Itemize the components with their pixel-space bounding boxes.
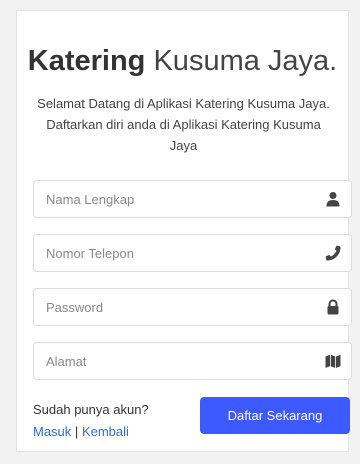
map-icon [325, 354, 341, 368]
full-name-field[interactable] [33, 180, 352, 218]
lock-icon [327, 299, 339, 315]
footer-links: Masuk | Kembali [33, 423, 129, 441]
user-icon [326, 192, 340, 207]
have-account-text: Sudah punya akun? [33, 402, 149, 417]
link-separator: | [74, 424, 79, 439]
back-link[interactable]: Kembali [82, 424, 129, 439]
login-link[interactable]: Masuk [33, 424, 71, 439]
title-bold: Katering [27, 45, 146, 77]
phone-input[interactable] [34, 235, 304, 271]
address-input[interactable] [34, 343, 304, 379]
register-card: Katering Kusuma Jaya. Selamat Datang di … [16, 10, 352, 452]
password-field[interactable] [33, 288, 352, 326]
title-light: Kusuma Jaya. [153, 45, 338, 77]
phone-field[interactable] [33, 234, 352, 272]
welcome-text: Selamat Datang di Aplikasi Katering Kusu… [37, 96, 330, 153]
password-input[interactable] [34, 289, 304, 325]
full-name-input[interactable] [34, 181, 304, 217]
register-button[interactable]: Daftar Sekarang [200, 397, 350, 434]
page-title: Katering Kusuma Jaya. [17, 43, 348, 79]
phone-icon [325, 245, 341, 261]
address-field[interactable] [33, 342, 352, 380]
